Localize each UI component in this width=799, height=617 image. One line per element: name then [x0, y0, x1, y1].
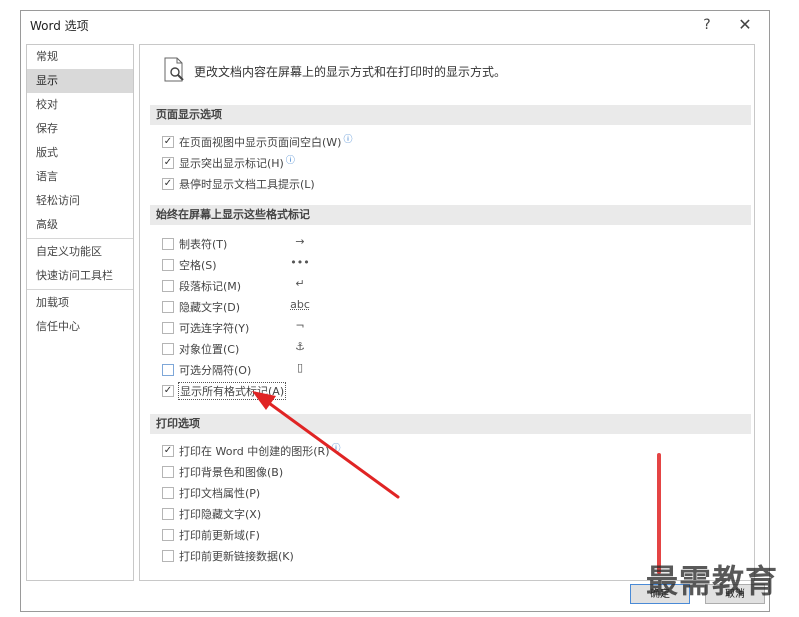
sidebar-divider: [27, 238, 133, 239]
optional-break-icon: ▯: [296, 361, 304, 374]
option-label: 可选分隔符(O): [179, 364, 252, 377]
watermark-logo: 最需教育: [646, 562, 779, 600]
sidebar-item-language[interactable]: 语言: [27, 165, 133, 189]
tab-arrow-icon: →: [295, 235, 305, 248]
option-label: 可选连字符(Y): [179, 322, 250, 335]
checkbox-unchecked[interactable]: [162, 364, 174, 376]
option-label: 打印隐藏文字(X): [179, 508, 262, 521]
display-options-panel: 更改文档内容在屏幕上的显示方式和在打印时的显示方式。 页面显示选项 ✓ 在页面视…: [139, 44, 755, 581]
option-label: 隐藏文字(D): [179, 301, 241, 314]
sidebar-item-quick-access-toolbar[interactable]: 快速访问工具栏: [27, 264, 133, 288]
sidebar-item-accessibility[interactable]: 轻松访问: [27, 189, 133, 213]
option-label: 对象位置(C): [179, 343, 240, 356]
section-page-display: 页面显示选项: [150, 105, 751, 125]
sidebar-item-advanced[interactable]: 高级: [27, 213, 133, 237]
checkbox-checked[interactable]: ✓: [162, 136, 174, 148]
checkbox-unchecked[interactable]: [162, 280, 174, 292]
option-label: 空格(S): [179, 259, 217, 272]
option-label: 打印背景色和图像(B): [179, 466, 284, 479]
checkbox-unchecked[interactable]: [162, 508, 174, 520]
info-icon: ⓘ: [331, 444, 341, 454]
option-label: 制表符(T): [179, 238, 228, 251]
option-label: 悬停时显示文档工具提示(L): [179, 178, 315, 191]
section-print: 打印选项: [150, 414, 751, 434]
dialog-title: Word 选项: [30, 19, 89, 33]
document-magnifier-icon: [164, 57, 184, 82]
sidebar-item-display[interactable]: 显示: [27, 69, 133, 93]
close-button[interactable]: ✕: [733, 14, 757, 36]
panel-description: 更改文档内容在屏幕上的显示方式和在打印时的显示方式。: [194, 65, 507, 79]
option-label: 显示所有格式标记(A): [177, 382, 287, 400]
sidebar-item-trust-center[interactable]: 信任中心: [27, 315, 133, 339]
section-format-marks: 始终在屏幕上显示这些格式标记: [150, 205, 751, 225]
title-bar: Word 选项 ? ✕: [21, 11, 769, 39]
option-label: 在页面视图中显示页面间空白(W): [179, 136, 342, 149]
checkbox-unchecked[interactable]: [162, 466, 174, 478]
word-options-dialog: Word 选项 ? ✕ 常规 显示 校对 保存 版式 语言 轻松访问 高级 自定…: [20, 10, 770, 612]
checkbox-checked[interactable]: ✓: [162, 178, 174, 190]
checkbox-unchecked[interactable]: [162, 322, 174, 334]
option-label: 打印前更新域(F): [179, 529, 260, 542]
info-icon: ⓘ: [285, 156, 295, 166]
option-label: 显示突出显示标记(H): [179, 157, 284, 170]
anchor-icon: ⚓: [295, 340, 305, 353]
info-icon: ⓘ: [343, 135, 353, 145]
checkbox-unchecked[interactable]: [162, 487, 174, 499]
checkbox-checked[interactable]: ✓: [162, 445, 174, 457]
sidebar-item-proofing[interactable]: 校对: [27, 93, 133, 117]
checkbox-unchecked[interactable]: [162, 301, 174, 313]
sidebar-item-save[interactable]: 保存: [27, 117, 133, 141]
sidebar-item-general[interactable]: 常规: [27, 45, 133, 69]
option-label: 打印在 Word 中创建的图形(R): [179, 445, 330, 458]
option-label: 打印前更新链接数据(K): [179, 550, 294, 563]
checkbox-unchecked[interactable]: [162, 529, 174, 541]
option-label: 打印文档属性(P): [179, 487, 261, 500]
sidebar-item-layout[interactable]: 版式: [27, 141, 133, 165]
checkbox-checked[interactable]: ✓: [162, 385, 174, 397]
sidebar-divider: [27, 289, 133, 290]
option-label: 段落标记(M): [179, 280, 242, 293]
space-dots-icon: •••: [290, 256, 310, 269]
checkbox-unchecked[interactable]: [162, 238, 174, 250]
hidden-text-icon: abc: [290, 298, 310, 311]
checkbox-unchecked[interactable]: [162, 259, 174, 271]
sidebar-item-addins[interactable]: 加载项: [27, 291, 133, 315]
options-sidebar: 常规 显示 校对 保存 版式 语言 轻松访问 高级 自定义功能区 快速访问工具栏…: [26, 44, 134, 581]
paragraph-mark-icon: ↵: [295, 277, 305, 290]
sidebar-item-customize-ribbon[interactable]: 自定义功能区: [27, 240, 133, 264]
checkbox-unchecked[interactable]: [162, 550, 174, 562]
help-button[interactable]: ?: [695, 14, 719, 36]
checkbox-checked[interactable]: ✓: [162, 157, 174, 169]
hyphen-mark-icon: ¬: [295, 319, 305, 332]
checkbox-unchecked[interactable]: [162, 343, 174, 355]
